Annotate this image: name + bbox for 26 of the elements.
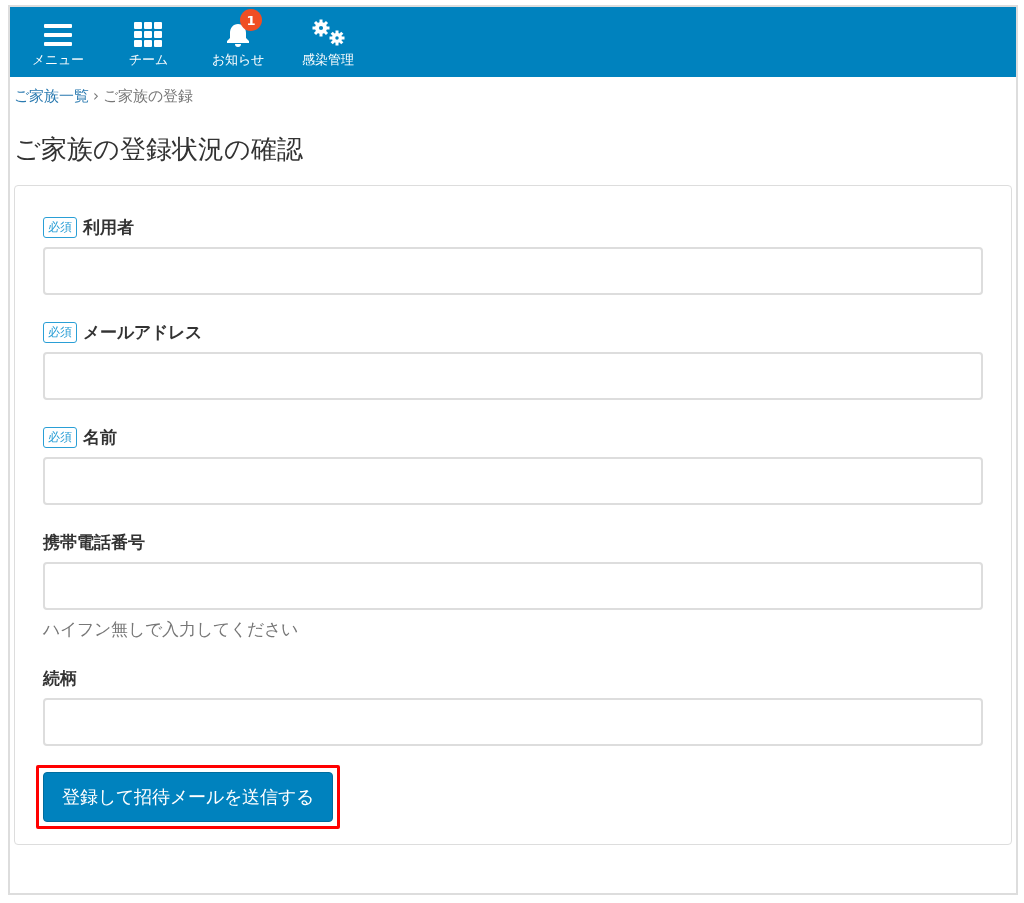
- submit-button[interactable]: 登録して招待メールを送信する: [43, 772, 333, 822]
- input-field[interactable]: [43, 457, 983, 505]
- required-tag: 必須: [43, 322, 77, 343]
- required-tag: 必須: [43, 427, 77, 448]
- field-label: メールアドレス: [83, 321, 202, 344]
- field-label: 続柄: [43, 667, 77, 690]
- breadcrumb-separator: ›: [93, 87, 99, 106]
- input-field[interactable]: [43, 352, 983, 400]
- field-label: 携帯電話番号: [43, 531, 145, 554]
- required-tag: 必須: [43, 217, 77, 238]
- input-field[interactable]: [43, 247, 983, 295]
- nav-item[interactable]: チーム: [108, 7, 188, 77]
- input-field[interactable]: [43, 698, 983, 746]
- nav-item[interactable]: 1 お知らせ: [198, 7, 278, 77]
- field-hint: ハイフン無しで入力してください: [43, 618, 299, 641]
- breadcrumb-link[interactable]: ご家族一覧: [14, 87, 89, 106]
- breadcrumb-current: ご家族の登録: [103, 87, 193, 106]
- menu-icon: [44, 23, 72, 47]
- input-field[interactable]: [43, 562, 983, 610]
- page-title: ご家族の登録状況の確認: [14, 133, 304, 166]
- grid-icon: [134, 22, 162, 47]
- nav-item[interactable]: 感染管理: [288, 7, 368, 77]
- field-label: 名前: [83, 426, 117, 449]
- notification-badge: 1: [240, 9, 262, 31]
- nav-item[interactable]: メニュー: [18, 7, 98, 77]
- field-label: 利用者: [83, 216, 134, 239]
